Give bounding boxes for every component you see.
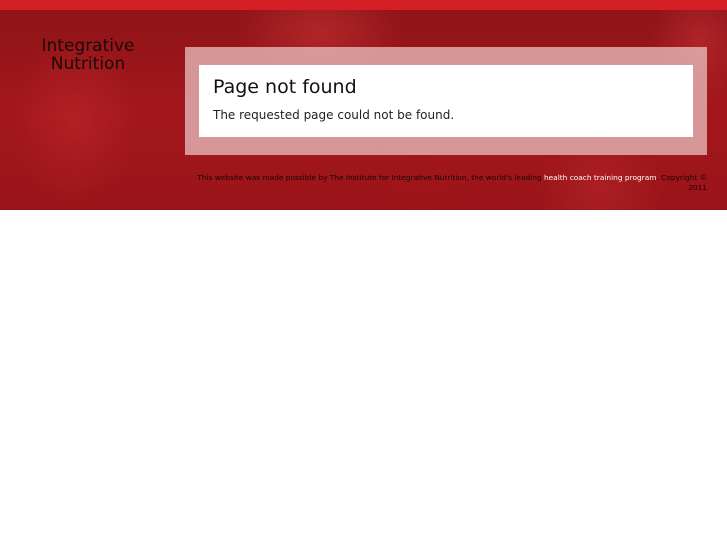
- footer-copyright: . Copyright ©: [656, 173, 707, 182]
- footer-credit: This website was made possible by The In…: [190, 173, 707, 193]
- page-title: Page not found: [213, 76, 357, 98]
- footer-year: 2011: [688, 183, 707, 192]
- header-banner: Integrative Nutrition Page not found The…: [0, 10, 727, 210]
- logo-line-1: Integrative: [41, 36, 135, 56]
- site-logo[interactable]: Integrative Nutrition: [28, 37, 148, 73]
- top-strip: [0, 0, 727, 10]
- content-frame: Page not found The requested page could …: [185, 47, 707, 155]
- footer-prefix: This website was made possible by The In…: [197, 173, 544, 182]
- not-found-message: The requested page could not be found.: [213, 108, 455, 122]
- content-box: Page not found The requested page could …: [199, 65, 693, 137]
- health-coach-training-link[interactable]: health coach training program: [544, 173, 656, 182]
- logo-line-2: Nutrition: [50, 54, 126, 74]
